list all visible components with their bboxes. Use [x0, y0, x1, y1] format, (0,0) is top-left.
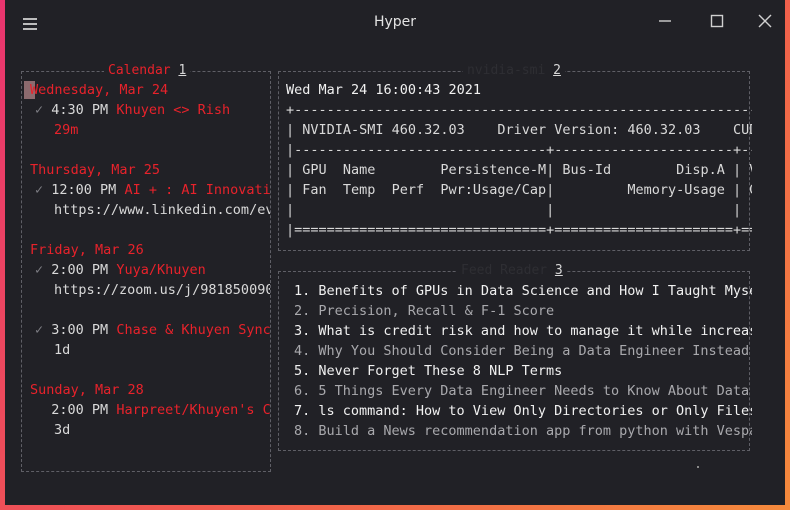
feed-item[interactable]: 1. Benefits of GPUs in Data Science and … [294, 281, 752, 301]
check-icon: ✓ [35, 182, 44, 198]
event-row[interactable]: ✓ 3:00 PM Chase & Khuyen Sync [35, 320, 270, 340]
maximize-button[interactable] [705, 10, 729, 32]
day-header: Sunday, Mar 28 [30, 382, 144, 398]
smi-line: | | | [286, 202, 742, 218]
feed-reader-panel-number: 3 [554, 263, 563, 278]
event-time: 2:00 PM [51, 262, 109, 278]
day-header: Wednesday, Mar 24 [30, 82, 169, 98]
smi-line: | NVIDIA-SMI 460.32.03 Driver Version: 4… [286, 122, 752, 138]
event-detail: 29m [54, 122, 79, 138]
title-bar: Hyper [5, 0, 785, 50]
check-icon: ✓ [35, 262, 44, 278]
event-link[interactable]: https://zoom.us/j/981850090 [54, 280, 270, 300]
calendar-list: Wednesday, Mar 24 ✓ 4:30 PM Khuyen <> Ri… [29, 80, 270, 470]
minimize-icon [659, 20, 671, 22]
day-header: Thursday, Mar 25 [30, 162, 161, 178]
event-row[interactable]: ✓ 2:00 PM Yuya/Khuyen [35, 260, 206, 280]
close-icon [758, 14, 772, 28]
smi-line: Wed Mar 24 16:00:43 2021 [286, 82, 482, 98]
nvidia-smi-panel-number: 2 [553, 63, 561, 78]
calendar-title-text: Calendar [108, 63, 171, 78]
event-title: Yuya/Khuyen [116, 262, 206, 278]
feed-item[interactable]: 8. Build a News recommendation app from … [294, 421, 752, 441]
event-time: 2:00 PM [51, 402, 109, 418]
event-title: AI + : AI Innovati [124, 182, 270, 198]
smi-line: | GPU Name Persistence-M| Bus-Id Disp.A … [286, 162, 752, 178]
smi-line: | Fan Temp Perf Pwr:Usage/Cap| Memory-Us… [286, 182, 752, 198]
feed-reader-title-text: Feed Reader [461, 263, 548, 278]
smi-line: |===============================+=======… [286, 222, 752, 238]
nvidia-smi-panel-title: nvidia-smi 2 [463, 63, 565, 79]
maximize-icon [710, 14, 724, 28]
feed-item[interactable]: 4. Why You Should Consider Being a Data … [294, 341, 749, 361]
minimize-button[interactable] [653, 10, 677, 32]
event-detail: 3d [54, 422, 71, 438]
feed-item[interactable]: 5. Never Forget These 8 NLP Terms [294, 361, 562, 381]
calendar-panel-title: Calendar 1 [104, 63, 191, 79]
nvidia-smi-output: Wed Mar 24 16:00:43 2021 +--------------… [285, 80, 752, 240]
feed-list: 1. Benefits of GPUs in Data Science and … [294, 281, 752, 443]
check-icon: ✓ [35, 102, 44, 118]
feed-item[interactable]: 7. ls command: How to View Only Director… [294, 401, 752, 421]
feed-item[interactable]: 6. 5 Things Every Data Engineer Needs to… [294, 381, 749, 401]
event-title: Khuyen <> Rish [116, 102, 231, 118]
event-time: 4:30 PM [51, 102, 109, 118]
event-row[interactable]: ✓ 4:30 PM Khuyen <> Rish [35, 100, 230, 120]
event-time: 3:00 PM [51, 322, 109, 338]
check-icon: ✓ [35, 322, 44, 338]
event-detail: 1d [54, 342, 71, 358]
stray-pixel [697, 466, 699, 468]
event-title: Harpreet/Khuyen's C [116, 402, 270, 418]
day-header: Friday, Mar 26 [30, 242, 144, 258]
feed-item[interactable]: 2. Precision, Recall & F-1 Score [294, 301, 554, 321]
calendar-panel-number: 1 [178, 63, 187, 78]
event-row[interactable]: ✓ 12:00 PM AI + : AI Innovati [35, 180, 270, 200]
smi-line: +---------------------------------------… [286, 102, 752, 118]
event-title: Chase & Khuyen Sync [116, 322, 270, 338]
smi-line: |-------------------------------+-------… [286, 142, 752, 158]
event-time: 12:00 PM [51, 182, 117, 198]
event-row[interactable]: ✓ 2:00 PM Harpreet/Khuyen's C [35, 400, 270, 420]
feed-item[interactable]: 3. What is credit risk and how to manage… [294, 321, 752, 341]
feed-reader-panel-title: Feed Reader 3 [457, 263, 567, 279]
event-link[interactable]: https://www.linkedin.com/ev [54, 200, 270, 220]
nvidia-smi-title-text: nvidia-smi [467, 63, 546, 78]
close-button[interactable] [753, 10, 777, 32]
